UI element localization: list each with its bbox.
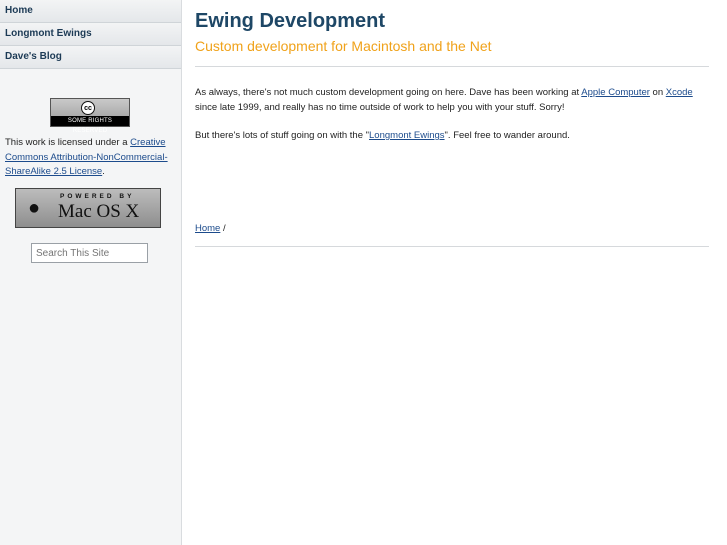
nav-item-longmont-ewings[interactable]: Longmont Ewings — [0, 23, 181, 46]
nav-item-daves-blog[interactable]: Dave's Blog — [0, 46, 181, 69]
breadcrumb-home-link[interactable]: Home — [195, 223, 220, 234]
p1-text: on — [649, 87, 666, 98]
p1-text: since late 1999, and really has no time … — [195, 102, 565, 113]
sidebar: Home Longmont Ewings Dave's Blog cc SOME… — [0, 0, 182, 545]
footer-divider — [195, 246, 709, 247]
license-suffix: . — [102, 166, 105, 177]
powered-by-text: POWERED BY — [60, 193, 135, 200]
longmont-ewings-link[interactable]: Longmont Ewings — [369, 130, 445, 141]
search-input[interactable] — [31, 243, 148, 263]
p2-text: ". Feel free to wander around. — [444, 130, 570, 141]
site-title: Ewing Development — [195, 10, 386, 32]
license-prefix: This work is licensed under a — [5, 137, 131, 148]
xcode-link[interactable]: Xcode — [666, 87, 693, 98]
p2-text: But there's lots of stuff going on with … — [195, 130, 370, 141]
nav-item-home[interactable]: Home — [0, 0, 181, 23]
breadcrumb-separator: / — [220, 223, 226, 234]
p1-text: As always, there's not much custom devel… — [195, 87, 582, 98]
cc-badge-text: SOME RIGHTS RESERVED — [51, 116, 129, 134]
site-tagline: Custom development for Macintosh and the… — [195, 38, 492, 54]
intro-paragraph: As always, there's not much custom devel… — [195, 85, 709, 115]
macosx-label: Mac OS X — [58, 201, 140, 222]
macosx-badge[interactable]: ● POWERED BY Mac OS X — [15, 188, 161, 228]
second-paragraph: But there's lots of stuff going on with … — [195, 128, 709, 143]
breadcrumb: Home / — [195, 223, 226, 234]
header-divider — [195, 66, 709, 67]
apple-logo-icon: ● — [28, 197, 41, 219]
cc-icon: cc — [81, 101, 95, 115]
apple-computer-link[interactable]: Apple Computer — [581, 87, 650, 98]
creative-commons-badge[interactable]: cc SOME RIGHTS RESERVED — [50, 98, 130, 134]
license-text: This work is licensed under a Creative C… — [5, 136, 177, 180]
